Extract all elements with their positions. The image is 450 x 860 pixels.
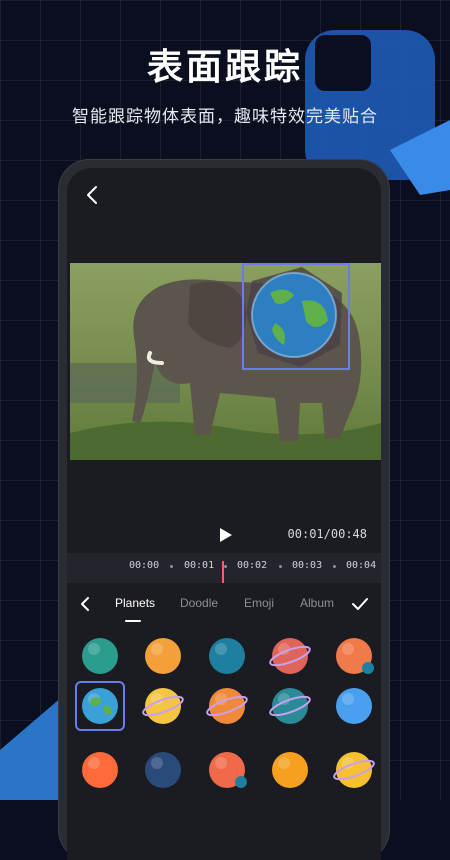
sticker-sun-comet[interactable] — [75, 745, 125, 795]
timeline-tick: 00:04 — [346, 560, 377, 571]
sticker-grid — [67, 625, 381, 860]
play-button[interactable] — [214, 523, 238, 547]
sticker-sun[interactable] — [265, 745, 315, 795]
planet-icon — [336, 688, 372, 724]
timeline-dot — [333, 565, 336, 568]
planet-icon — [82, 638, 118, 674]
planet-icon — [336, 638, 374, 674]
sticker-earth-planet[interactable] — [75, 681, 125, 731]
chevron-left-icon — [81, 597, 89, 611]
tracking-box[interactable] — [242, 263, 350, 370]
planet-icon — [272, 752, 308, 788]
check-icon — [352, 598, 368, 610]
confirm-button[interactable] — [347, 591, 373, 617]
sticker-orange-moon-planet[interactable] — [329, 631, 379, 681]
phone-screen: 00:01/00:48 00:00 00:01 00:02 00:03 00:0… — [67, 168, 381, 860]
sticker-orange-planet[interactable] — [138, 631, 188, 681]
tab-back-button[interactable] — [73, 591, 97, 617]
timeline-dot — [224, 565, 227, 568]
planet-icon — [209, 638, 245, 674]
timeline-tick: 00:02 — [237, 560, 268, 571]
planet-icon — [145, 752, 181, 788]
phone-frame: 00:01/00:48 00:00 00:01 00:02 00:03 00:0… — [59, 160, 389, 860]
sticker-teal-planet[interactable] — [75, 631, 125, 681]
tab-planets[interactable]: Planets — [115, 596, 155, 610]
timeline-tick: 00:03 — [292, 560, 323, 571]
timeline-dot — [170, 565, 173, 568]
sticker-gold-ringed-planet[interactable] — [329, 745, 379, 795]
play-icon — [220, 528, 232, 542]
planet-icon — [209, 752, 247, 788]
tab-emoji[interactable]: Emoji — [244, 596, 274, 610]
planet-icon — [269, 688, 311, 724]
subheadline: 智能跟踪物体表面，趣味特效完美贴合 — [72, 107, 378, 127]
planet-icon — [82, 688, 118, 724]
planet-icon — [82, 752, 118, 788]
planet-icon — [145, 638, 181, 674]
sticker-coral-moon-planet[interactable] — [202, 745, 252, 795]
back-button[interactable] — [77, 178, 107, 212]
playback-controls: 00:01/00:48 — [67, 520, 381, 550]
sticker-orange-ringed-planet[interactable] — [202, 681, 252, 731]
video-preview[interactable] — [70, 263, 381, 460]
active-tab-indicator — [125, 620, 141, 622]
timecode: 00:01/00:48 — [287, 527, 367, 541]
sticker-tabbar: Planets Doodle Emoji Album — [67, 583, 381, 625]
playhead[interactable] — [222, 561, 224, 583]
planet-icon — [269, 638, 311, 674]
headline: 表面跟踪 — [146, 47, 303, 88]
timeline-tick: 00:01 — [184, 560, 215, 571]
timeline[interactable]: 00:00 00:01 00:02 00:03 00:04 — [67, 553, 381, 583]
timeline-dot — [279, 565, 282, 568]
sticker-navy-planet[interactable] — [138, 745, 188, 795]
tab-album[interactable]: Album — [300, 596, 334, 610]
planet-icon — [206, 688, 248, 724]
timeline-tick: 00:00 — [129, 560, 160, 571]
tab-doodle[interactable]: Doodle — [180, 596, 218, 610]
planet-icon — [333, 752, 375, 788]
sticker-yellow-ringed-planet[interactable] — [138, 681, 188, 731]
planet-icon — [142, 688, 184, 724]
sticker-blue-planet[interactable] — [329, 681, 379, 731]
sticker-teal-ringed-planet[interactable] — [265, 681, 315, 731]
chevron-left-icon — [87, 186, 97, 204]
sticker-blue-teal-planet[interactable] — [202, 631, 252, 681]
sticker-red-ringed-planet[interactable] — [265, 631, 315, 681]
